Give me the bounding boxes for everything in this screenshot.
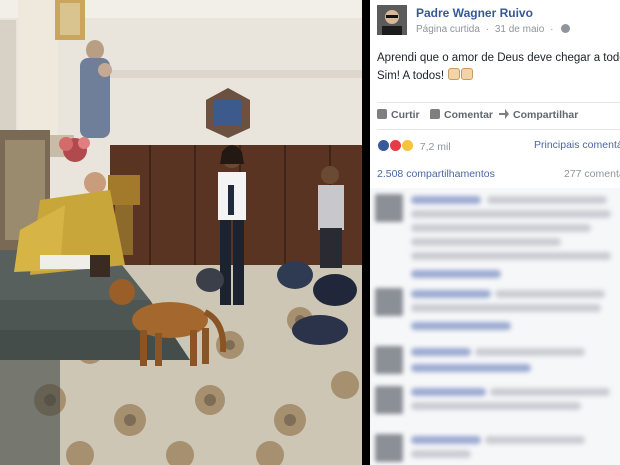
comment-actions xyxy=(411,364,531,372)
comment-text xyxy=(411,402,581,410)
comment-text xyxy=(411,304,601,312)
share-arrow-icon xyxy=(499,109,509,119)
comment-text xyxy=(411,224,591,232)
comment-button[interactable]: Comentar xyxy=(430,109,493,121)
thumbs-up-icon xyxy=(377,109,387,119)
comment-author xyxy=(411,436,481,444)
page-status: Página curtida xyxy=(416,24,480,35)
love-reaction-icon xyxy=(388,139,402,152)
divider xyxy=(377,129,620,130)
avatar xyxy=(375,434,403,462)
reaction-count: 7,2 mil xyxy=(419,141,451,153)
post-header: Padre Wagner Ruivo Página curtida · 31 d… xyxy=(370,0,620,42)
comment-actions xyxy=(411,270,501,278)
comment-text xyxy=(475,348,585,356)
comment-author xyxy=(411,388,486,396)
post-text-line-2: Sim! A todos! xyxy=(377,70,445,82)
comment-text xyxy=(490,388,610,396)
comments-list xyxy=(370,188,620,465)
post-text-line-1: Aprendi que o amor de Deus deve chegar a… xyxy=(377,52,620,64)
comment-text xyxy=(495,290,605,298)
meta-separator: · xyxy=(485,24,490,35)
action-bar: Curtir Comentar Compartilhar xyxy=(370,102,620,128)
avatar-image xyxy=(377,5,407,35)
like-button[interactable]: Curtir xyxy=(377,109,420,121)
shares-count[interactable]: 2.508 compartilhamentos xyxy=(377,168,495,180)
comment-text xyxy=(485,436,585,444)
meta-separator-2: · xyxy=(550,24,554,35)
avatar xyxy=(375,346,403,374)
post-panel: Padre Wagner Ruivo Página curtida · 31 d… xyxy=(370,0,620,465)
post-photo[interactable] xyxy=(0,0,362,465)
comment-author xyxy=(411,348,471,356)
comment-actions xyxy=(411,322,511,330)
comment-text xyxy=(411,210,611,218)
speech-bubble-icon xyxy=(430,109,440,119)
globe-icon xyxy=(561,24,571,33)
comments-count[interactable]: 277 comentários xyxy=(564,168,620,180)
avatar[interactable] xyxy=(377,5,407,35)
share-label: Compartilhar xyxy=(513,109,579,121)
avatar xyxy=(375,194,403,222)
post-meta: Página curtida · 31 de maio · xyxy=(416,24,573,35)
like-label: Curtir xyxy=(391,109,420,121)
reactions-summary[interactable]: 7,2 mil xyxy=(377,139,451,153)
wow-reaction-icon xyxy=(400,139,414,152)
church-photo xyxy=(0,0,362,465)
cat-face-emoji-icon xyxy=(448,68,461,80)
comment-text xyxy=(411,238,561,246)
author-name[interactable]: Padre Wagner Ruivo xyxy=(416,6,533,20)
comment-text xyxy=(411,252,611,260)
top-comments-dropdown[interactable]: Principais comentários xyxy=(534,139,620,151)
comment-label: Comentar xyxy=(444,109,494,121)
share-button[interactable]: Compartilhar xyxy=(499,109,578,121)
post-text-line-2-wrap: Sim! A todos! xyxy=(377,67,620,85)
comment-text xyxy=(411,450,471,458)
comment-author xyxy=(411,196,481,204)
separator-strip xyxy=(362,0,370,465)
dog-face-emoji-icon xyxy=(461,68,474,80)
post-stats: 2.508 compartilhamentos 277 comentários xyxy=(377,168,620,180)
avatar xyxy=(375,386,403,414)
comment-text xyxy=(487,196,607,204)
post-text: Aprendi que o amor de Deus deve chegar a… xyxy=(377,49,620,85)
avatar xyxy=(375,288,403,316)
comment-author xyxy=(411,290,491,298)
post-date[interactable]: 31 de maio xyxy=(495,24,544,35)
